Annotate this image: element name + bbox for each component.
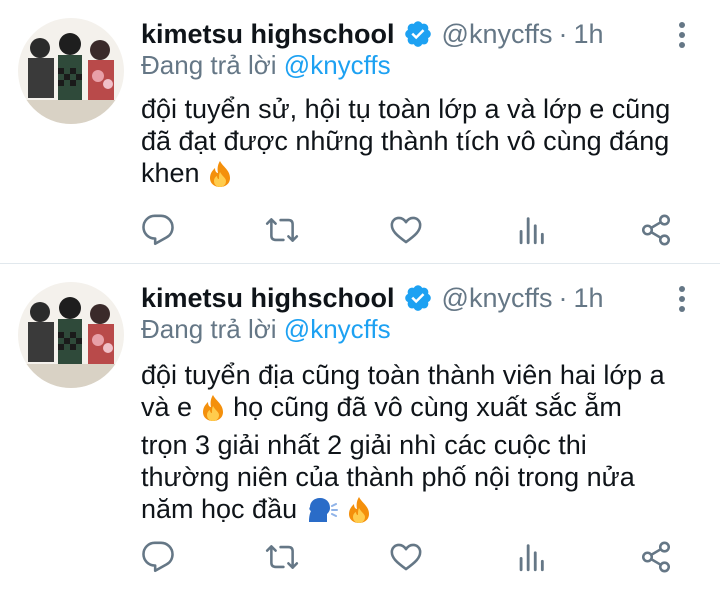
- reply-mention-link[interactable]: @knycffs: [284, 50, 391, 80]
- retweet-button[interactable]: [262, 210, 302, 250]
- retweet-button[interactable]: [262, 537, 302, 577]
- tweet-line-with-emoji: khen: [141, 157, 701, 195]
- tweet-line: đã đạt được những thành tích vô cùng đán…: [141, 126, 670, 156]
- separator-dot: ·: [558, 282, 568, 313]
- tweet-header: kimetsu highschool @knycffs · 1h: [141, 278, 604, 318]
- more-options-icon[interactable]: [674, 286, 690, 312]
- separator-dot: ·: [558, 18, 568, 49]
- reply-icon: [142, 214, 174, 246]
- analytics-button[interactable]: [511, 537, 551, 577]
- avatar[interactable]: [18, 282, 124, 388]
- avatar[interactable]: [18, 18, 124, 124]
- fire-emoji-icon: [346, 496, 372, 531]
- like-button[interactable]: [386, 210, 426, 250]
- analytics-icon: [519, 217, 544, 245]
- tweet-actions: [0, 210, 720, 250]
- share-icon: [641, 541, 671, 573]
- tweet-line: khen: [141, 158, 200, 188]
- replying-to-label: Đang trả lời: [141, 314, 277, 344]
- heart-icon: [390, 216, 422, 244]
- replying-to: Đang trả lời @knycffs: [141, 50, 391, 81]
- tweet-text: đội tuyển sử, hội tụ toàn lớp a và lớp e…: [141, 93, 701, 195]
- user-handle[interactable]: @knycffs: [442, 19, 553, 50]
- reply-mention-link[interactable]: @knycffs: [284, 314, 391, 344]
- timestamp[interactable]: 1h: [574, 19, 604, 50]
- heart-icon: [390, 543, 422, 571]
- tweet-text: đội tuyển địa cũng toàn thành viên hai l…: [141, 359, 701, 531]
- reply-button[interactable]: [138, 210, 178, 250]
- tweet-line: trọn 3 giải nhất 2 giải nhì các cuộc thi: [141, 430, 587, 460]
- share-icon: [641, 214, 671, 246]
- user-handle[interactable]: @knycffs: [442, 283, 553, 314]
- analytics-icon: [519, 544, 544, 572]
- share-button[interactable]: [636, 210, 676, 250]
- display-name[interactable]: kimetsu highschool: [141, 19, 395, 50]
- replying-to: Đang trả lời @knycffs: [141, 314, 391, 345]
- tweet-line: và e: [141, 392, 193, 422]
- tweet-2[interactable]: kimetsu highschool @knycffs · 1h Đang tr…: [0, 264, 720, 595]
- verified-badge-icon: [403, 19, 433, 49]
- reply-button[interactable]: [138, 537, 178, 577]
- fire-emoji-icon: [207, 160, 233, 195]
- analytics-button[interactable]: [511, 210, 551, 250]
- retweet-icon: [265, 545, 299, 569]
- share-button[interactable]: [636, 537, 676, 577]
- tweet-1[interactable]: kimetsu highschool @knycffs · 1h Đang tr…: [0, 0, 720, 264]
- tweet-header: kimetsu highschool @knycffs · 1h: [141, 14, 604, 54]
- like-button[interactable]: [386, 537, 426, 577]
- display-name[interactable]: kimetsu highschool: [141, 283, 395, 314]
- tweet-line: đội tuyển sử, hội tụ toàn lớp a và lớp e…: [141, 94, 671, 124]
- replying-to-label: Đang trả lời: [141, 50, 277, 80]
- timestamp[interactable]: 1h: [574, 283, 604, 314]
- tweet-line: thường niên của thành phố nội trong nửa: [141, 462, 635, 492]
- tweet-line-with-emoji: và e họ cũng đã vô cùng xuất sắc ẵm: [141, 391, 701, 429]
- tweet-line: năm học đầu: [141, 494, 298, 524]
- tweet-line: họ cũng đã vô cùng xuất sắc ẵm: [233, 392, 622, 422]
- reply-icon: [142, 541, 174, 573]
- more-options-icon[interactable]: [674, 22, 690, 48]
- tweet-line-with-emoji: năm học đầu: [141, 493, 701, 531]
- speaking-head-emoji-icon: [305, 496, 339, 531]
- verified-badge-icon: [403, 283, 433, 313]
- tweet-line: đội tuyển địa cũng toàn thành viên hai l…: [141, 360, 665, 390]
- tweet-actions: [0, 537, 720, 577]
- fire-emoji-icon: [200, 394, 226, 429]
- retweet-icon: [265, 218, 299, 242]
